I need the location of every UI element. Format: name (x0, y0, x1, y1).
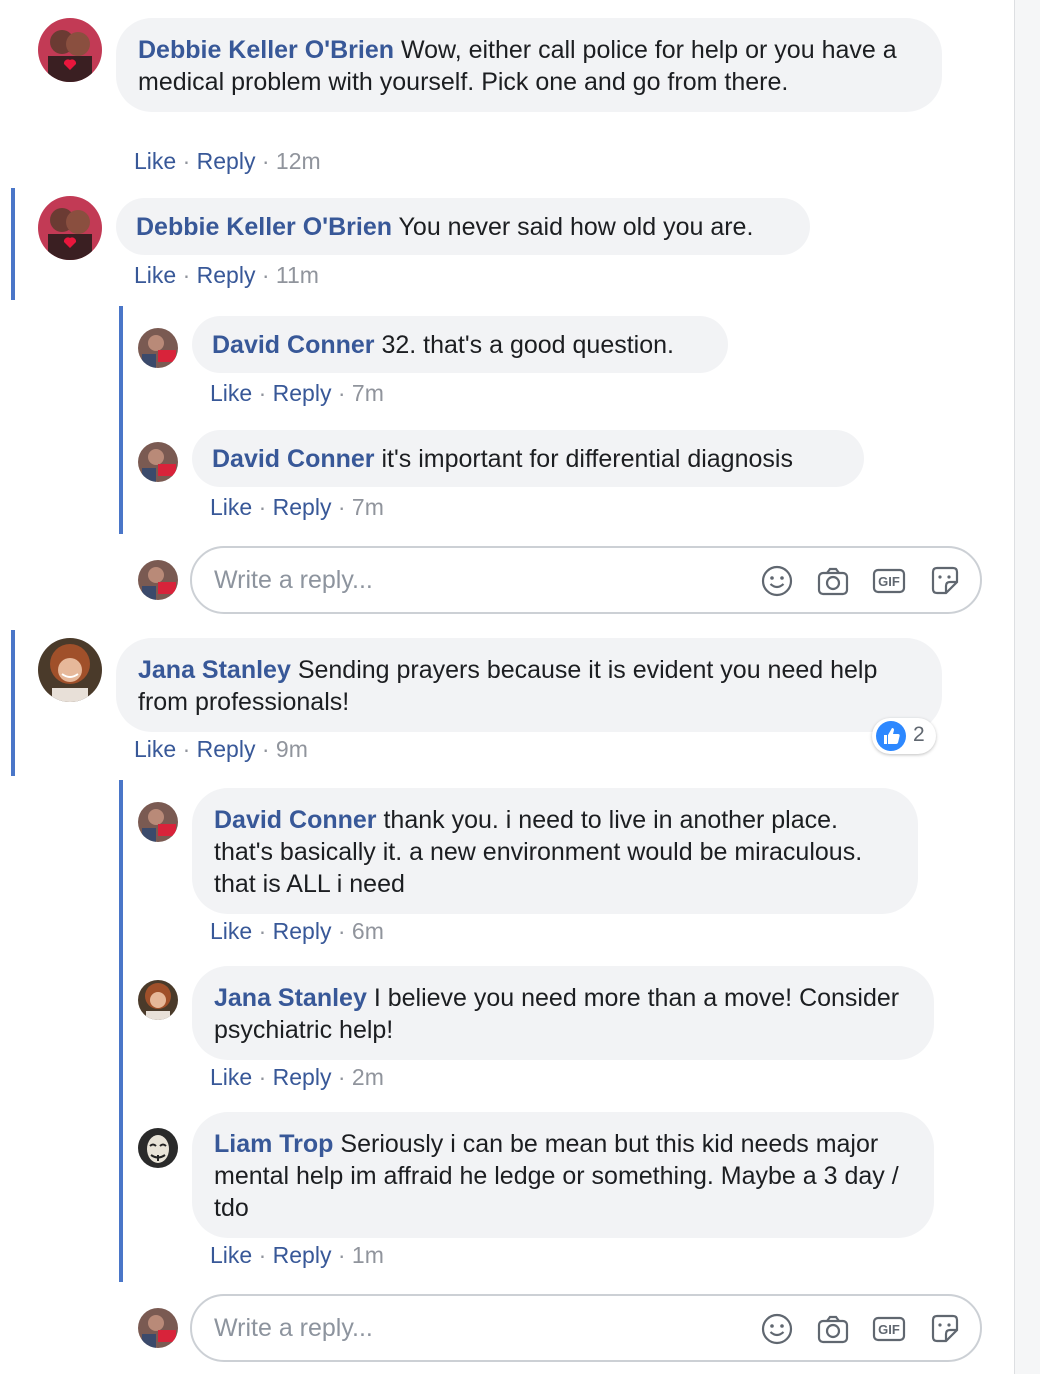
like-link[interactable]: Like (134, 148, 176, 174)
separator: · (258, 380, 267, 406)
author-name[interactable]: Debbie Keller O'Brien (136, 213, 392, 241)
reply-link[interactable]: Reply (273, 918, 332, 944)
avatar[interactable] (38, 196, 102, 260)
comment-actions: Like · Reply · 1m (210, 1242, 384, 1269)
reaction-count: 2 (913, 723, 925, 746)
comment-actions: Like · Reply · 11m (134, 262, 319, 289)
thumbs-up-icon (876, 721, 906, 751)
author-name[interactable]: Jana Stanley (138, 656, 291, 684)
reply-placeholder: Write a reply... (214, 566, 373, 594)
separator: · (261, 736, 270, 762)
timestamp[interactable]: 11m (276, 262, 319, 288)
comment-bubble: Liam Trop Seriously i can be mean but th… (192, 1112, 934, 1238)
thread-indicator (11, 630, 15, 776)
author-name[interactable]: David Conner (212, 445, 375, 473)
reaction-badge[interactable]: 2 (872, 718, 936, 754)
smiley-icon[interactable] (760, 564, 794, 598)
reply-link[interactable]: Reply (273, 494, 332, 520)
reply-link[interactable]: Reply (273, 1064, 332, 1090)
separator: · (258, 494, 267, 520)
separator: · (337, 918, 346, 944)
sticker-icon[interactable] (928, 564, 962, 598)
smiley-icon[interactable] (760, 1312, 794, 1346)
separator: · (261, 262, 270, 288)
svg-text:GIF: GIF (878, 1322, 900, 1337)
author-name[interactable]: Jana Stanley (214, 984, 367, 1012)
like-link[interactable]: Like (134, 262, 176, 288)
like-link[interactable]: Like (210, 918, 252, 944)
separator: · (258, 918, 267, 944)
avatar (138, 560, 178, 600)
comment-actions: Like · Reply · 7m (210, 494, 384, 521)
timestamp[interactable]: 1m (352, 1242, 384, 1268)
thread-indicator (119, 306, 123, 534)
separator: · (258, 1064, 267, 1090)
thread-indicator (119, 780, 123, 1282)
comment-text: 32. that's a good question. (381, 331, 674, 359)
comment-actions: Like · Reply · 2m (210, 1064, 384, 1091)
comment-actions: Like · Reply · 12m (134, 148, 321, 175)
author-name[interactable]: David Conner (214, 806, 377, 834)
separator: · (337, 380, 346, 406)
like-link[interactable]: Like (210, 380, 252, 406)
timestamp[interactable]: 6m (352, 918, 384, 944)
like-link[interactable]: Like (210, 494, 252, 520)
like-link[interactable]: Like (210, 1242, 252, 1268)
separator: · (182, 148, 191, 174)
comment-bubble: David Conner it's important for differen… (192, 430, 864, 487)
timestamp[interactable]: 7m (352, 380, 384, 406)
author-name[interactable]: Debbie Keller O'Brien (138, 36, 394, 64)
timestamp[interactable]: 2m (352, 1064, 384, 1090)
reply-placeholder: Write a reply... (214, 1314, 373, 1342)
avatar[interactable] (138, 980, 178, 1020)
comment-actions: Like · Reply · 6m (210, 918, 384, 945)
separator: · (337, 1064, 346, 1090)
reply-link[interactable]: Reply (273, 380, 332, 406)
avatar[interactable] (138, 328, 178, 368)
author-name[interactable]: Liam Trop (214, 1130, 333, 1158)
separator: · (258, 1242, 267, 1268)
avatar[interactable] (138, 442, 178, 482)
reply-link[interactable]: Reply (197, 148, 256, 174)
like-link[interactable]: Like (134, 736, 176, 762)
avatar[interactable] (138, 802, 178, 842)
comment-actions: Like · Reply · 9m (134, 736, 308, 763)
comment-bubble: Debbie Keller O'Brien Wow, either call p… (116, 18, 942, 112)
comment-bubble: David Conner thank you. i need to live i… (192, 788, 918, 914)
separator: · (261, 148, 270, 174)
avatar[interactable] (38, 18, 102, 82)
gif-icon[interactable]: GIF (872, 1312, 906, 1346)
reply-input[interactable]: Write a reply... GIF (190, 546, 982, 614)
separator: · (337, 1242, 346, 1268)
timestamp[interactable]: 9m (276, 736, 308, 762)
reply-link[interactable]: Reply (273, 1242, 332, 1268)
avatar (138, 1308, 178, 1348)
timestamp[interactable]: 12m (276, 148, 321, 174)
like-link[interactable]: Like (210, 1064, 252, 1090)
gif-icon[interactable]: GIF (872, 564, 906, 598)
thread-indicator (11, 188, 15, 300)
camera-icon[interactable] (816, 1312, 850, 1346)
right-edge-panel (1014, 0, 1040, 1374)
reply-input[interactable]: Write a reply... GIF (190, 1294, 982, 1362)
comment-bubble: Jana Stanley I believe you need more tha… (192, 966, 934, 1060)
comment-bubble: David Conner 32. that's a good question. (192, 316, 728, 373)
sticker-icon[interactable] (928, 1312, 962, 1346)
timestamp[interactable]: 7m (352, 494, 384, 520)
separator: · (182, 736, 191, 762)
separator: · (182, 262, 191, 288)
svg-text:GIF: GIF (878, 574, 900, 589)
camera-icon[interactable] (816, 564, 850, 598)
avatar[interactable] (38, 638, 102, 702)
separator: · (337, 494, 346, 520)
comment-bubble: Jana Stanley Sending prayers because it … (116, 638, 942, 732)
reply-link[interactable]: Reply (197, 736, 256, 762)
author-name[interactable]: David Conner (212, 331, 375, 359)
reply-link[interactable]: Reply (197, 262, 256, 288)
comment-bubble: Debbie Keller O'Brien You never said how… (116, 198, 810, 255)
comment-actions: Like · Reply · 7m (210, 380, 384, 407)
avatar[interactable] (138, 1128, 178, 1168)
comment-text: it's important for differential diagnosi… (381, 445, 793, 473)
comment-text: You never said how old you are. (398, 213, 754, 241)
